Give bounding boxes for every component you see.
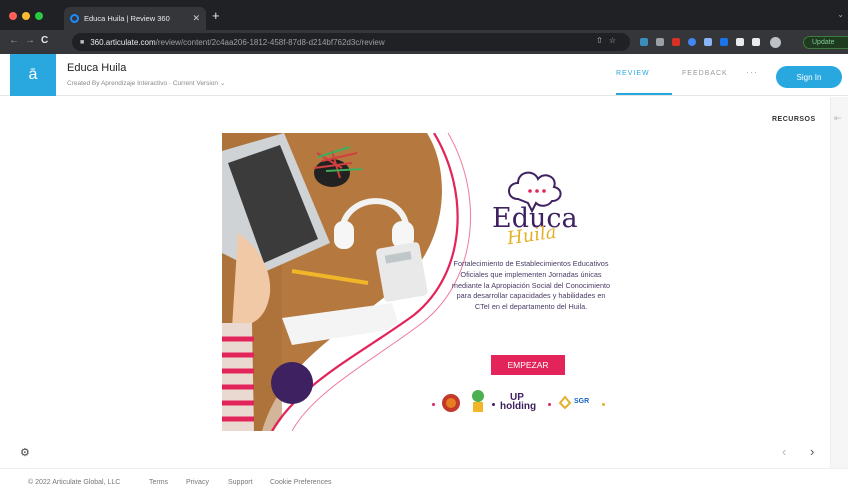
course-slide: Educa Huila Fortalecimiento de Estableci… — [222, 133, 630, 431]
decorative-circle — [271, 362, 313, 404]
maximize-window-button[interactable] — [35, 12, 43, 20]
course-title: Educa Huila — [67, 62, 127, 74]
more-menu-icon[interactable]: ··· — [746, 67, 758, 77]
calculator-icon — [376, 242, 428, 302]
sgr-logo: SGR — [574, 398, 590, 405]
extension-icon[interactable] — [720, 38, 728, 46]
browser-tab[interactable]: Educa Huila | Review 360 ✕ — [64, 7, 206, 30]
extension-icon[interactable] — [688, 38, 696, 46]
url-path: /review/content/2c4aa206-1812-458f-87d8-… — [155, 37, 385, 47]
browser-toolbar: ← → C ■ 360.articulate.com /review/conte… — [0, 30, 848, 54]
recursos-label[interactable]: RECURSOS — [772, 116, 816, 123]
update-button[interactable]: Update — [803, 36, 848, 49]
puzzle-icon[interactable] — [736, 38, 744, 46]
new-tab-icon[interactable]: + — [212, 9, 220, 22]
tab-title: Educa Huila | Review 360 — [84, 14, 170, 23]
resources-panel — [830, 97, 848, 468]
bookmark-star-icon[interactable]: ⇧☆ — [596, 36, 622, 45]
articulate-logo[interactable]: ā — [10, 54, 56, 96]
cookie-preferences-link[interactable]: Cookie Preferences — [270, 479, 331, 486]
slide-description: Fortalecimiento de Establecimientos Educ… — [451, 259, 611, 312]
sign-in-button[interactable]: Sign In — [776, 66, 842, 88]
close-window-button[interactable] — [9, 12, 17, 20]
tree-logo-icon — [472, 390, 484, 412]
page-footer: © 2022 Articulate Global, LLC Terms Priv… — [0, 468, 848, 495]
tab-search-icon[interactable]: ⌄ — [837, 10, 844, 19]
sgr-logo-icon — [558, 395, 572, 409]
back-icon[interactable]: ← — [9, 35, 19, 46]
profile-avatar-icon[interactable] — [770, 37, 781, 48]
minimize-window-button[interactable] — [22, 12, 30, 20]
separator-dot — [602, 403, 605, 406]
logo-letter: ā — [28, 66, 38, 83]
browser-tab-bar: Educa Huila | Review 360 ✕ + ⌄ — [0, 0, 848, 30]
app-header: ā Educa Huila Created By Aprendizaje Int… — [0, 54, 848, 96]
address-bar[interactable]: ■ 360.articulate.com /review/content/2c4… — [72, 33, 630, 51]
lock-icon: ■ — [80, 38, 85, 46]
extension-icon[interactable] — [704, 38, 712, 46]
upholding-logo: UP holding — [500, 392, 537, 412]
terms-link[interactable]: Terms — [149, 479, 168, 486]
tab-feedback[interactable]: FEEDBACK — [682, 70, 728, 77]
huila-seal-icon — [442, 394, 460, 412]
support-link[interactable]: Support — [228, 479, 253, 486]
extension-icon[interactable] — [656, 38, 664, 46]
collapse-panel-icon[interactable]: ⇤ — [834, 113, 842, 124]
previous-slide-icon[interactable]: ‹ — [782, 444, 786, 459]
active-tab-indicator — [616, 93, 672, 95]
tab-review[interactable]: REVIEW — [616, 70, 650, 77]
separator-dot — [548, 403, 551, 406]
separator-dot — [432, 403, 435, 406]
course-subtitle[interactable]: Created By Aprendizaje Interactivo · Cur… — [67, 79, 225, 87]
reload-icon[interactable]: C — [41, 35, 48, 46]
empezar-button[interactable]: EMPEZAR — [491, 355, 565, 375]
extension-icon[interactable] — [640, 38, 648, 46]
extension-icon[interactable] — [672, 38, 680, 46]
articulate-favicon-icon — [70, 14, 79, 23]
settings-gear-icon[interactable]: ⚙ — [20, 446, 30, 459]
tab-close-icon[interactable]: ✕ — [192, 13, 200, 24]
partner-logos: UP holding SGR — [430, 389, 620, 417]
next-slide-icon[interactable]: › — [810, 444, 814, 459]
forward-icon[interactable]: → — [25, 35, 35, 46]
privacy-link[interactable]: Privacy — [186, 479, 209, 486]
url-host: 360.articulate.com — [90, 37, 156, 47]
copyright-text: © 2022 Articulate Global, LLC — [28, 479, 121, 486]
separator-dot — [492, 403, 495, 406]
sidebar-icon[interactable] — [752, 38, 760, 46]
